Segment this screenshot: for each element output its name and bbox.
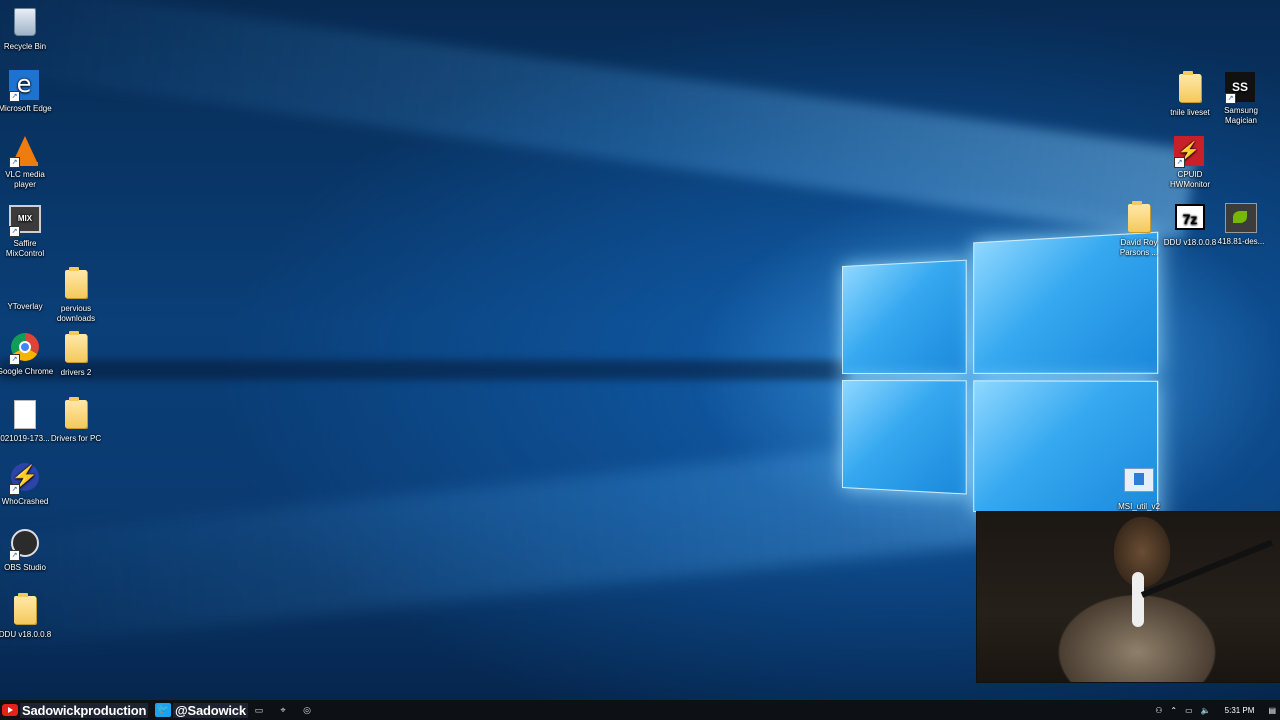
volume-icon[interactable]: 🔈 — [1201, 706, 1211, 715]
desktop-icon-cpuid-hwmonitor[interactable]: ⚡ ↗ CPUID HWMonitor — [1161, 136, 1219, 190]
desktop-icon-msi-util[interactable]: MSI_util_v2 — [1110, 464, 1168, 512]
mixcontrol-icon: MIX ↗ — [9, 205, 41, 237]
folder-icon — [9, 596, 41, 628]
mic-arm — [1141, 540, 1273, 598]
desktop-icon-david-roy-parsons[interactable]: David Roy Parsons ... — [1110, 202, 1168, 258]
desktop-icon-recycle-bin[interactable]: Recycle Bin — [0, 6, 54, 52]
folder-icon — [1123, 204, 1155, 236]
taskbar-app-2[interactable]: ⌖ — [276, 700, 290, 720]
clock[interactable]: 5:31 PM — [1225, 706, 1255, 715]
wallpaper-light-beam — [0, 0, 1196, 240]
desktop-icon-tnile-liveset[interactable]: tnile liveset — [1161, 72, 1219, 118]
youtube-handle-overlay: Sadowickproduction — [0, 700, 148, 720]
twitter-handle-overlay: 🐦 @Sadowick — [155, 700, 248, 720]
folder-icon — [60, 270, 92, 302]
wallpaper-shadow — [0, 360, 850, 380]
desktop-icon-vlc[interactable]: ↗ VLC media player — [0, 136, 54, 190]
microphone — [1132, 572, 1144, 627]
chrome-icon: ↗ — [9, 333, 41, 365]
network-icon[interactable]: ▭ — [1185, 706, 1193, 715]
notification-icon[interactable]: ▤ — [1268, 706, 1276, 715]
hwmonitor-icon: ⚡ ↗ — [1174, 136, 1206, 168]
desktop-icon-ddu-folder[interactable]: DDU v18.0.0.8 — [0, 594, 54, 640]
desktop-icon-drivers-for-pc[interactable]: Drivers for PC — [47, 398, 105, 444]
taskbar-app-obs[interactable]: ◎ — [300, 700, 314, 720]
taskbar: Sadowickproduction 🐦 @Sadowick ▭ ⌖ ◎ ⚇ ⌃… — [0, 700, 1280, 720]
desktop-icon-google-chrome[interactable]: ↗ Google Chrome — [0, 332, 54, 377]
desktop-icon-nvidia-driver[interactable]: 418.81-des... — [1212, 202, 1270, 247]
desktop-icon-samsung-magician[interactable]: SS ↗ Samsung Magician — [1212, 72, 1270, 126]
twitter-icon: 🐦 — [155, 703, 171, 717]
whocrashed-icon: ⚡ ↗ — [9, 463, 41, 495]
desktop-icon-ytoverlay[interactable]: YToverlay — [0, 268, 54, 312]
7zip-icon: 7z — [1174, 204, 1206, 236]
folder-icon — [60, 400, 92, 432]
desktop-icon-pervious-downloads[interactable]: pervious downloads — [47, 268, 105, 324]
desktop-icon-021019-file[interactable]: 021019-173... — [0, 398, 54, 444]
desktop-icon-microsoft-edge[interactable]: e ↗ Microsoft Edge — [0, 70, 54, 114]
file-icon — [9, 400, 41, 432]
chevron-up-icon[interactable]: ⌃ — [1170, 706, 1177, 715]
desktop-icon-saffire-mixcontrol[interactable]: MIX ↗ Saffire MixControl — [0, 202, 54, 259]
desktop-icon-ddu-7z[interactable]: 7z DDU v18.0.0.8 — [1161, 202, 1219, 248]
taskbar-app-1[interactable]: ▭ — [252, 700, 266, 720]
samsung-magician-icon: SS ↗ — [1225, 72, 1257, 104]
folder-icon — [1174, 74, 1206, 106]
folder-icon — [60, 334, 92, 366]
maps-pin-icon: ⌖ — [276, 703, 290, 717]
terminal-icon: ▭ — [252, 703, 266, 717]
recycle-bin-icon — [9, 8, 41, 40]
desktop-icon-drivers-2[interactable]: drivers 2 — [47, 332, 105, 378]
youtube-icon — [2, 704, 18, 716]
edge-icon: e ↗ — [9, 70, 41, 102]
system-tray: ⚇ ⌃ ▭ 🔈 5:31 PM ▤ — [1151, 700, 1280, 720]
nvidia-icon — [1225, 203, 1257, 235]
obs-icon: ◎ — [300, 703, 314, 717]
people-icon[interactable]: ⚇ — [1155, 706, 1162, 715]
blank-icon — [9, 268, 41, 300]
vlc-icon: ↗ — [9, 136, 41, 168]
desktop-icon-whocrashed[interactable]: ⚡ ↗ WhoCrashed — [0, 462, 54, 507]
webcam-overlay — [976, 511, 1280, 683]
desktop-icon-obs-studio[interactable]: ↗ OBS Studio — [0, 528, 54, 573]
obs-icon: ↗ — [9, 529, 41, 561]
msi-util-icon — [1123, 468, 1155, 500]
